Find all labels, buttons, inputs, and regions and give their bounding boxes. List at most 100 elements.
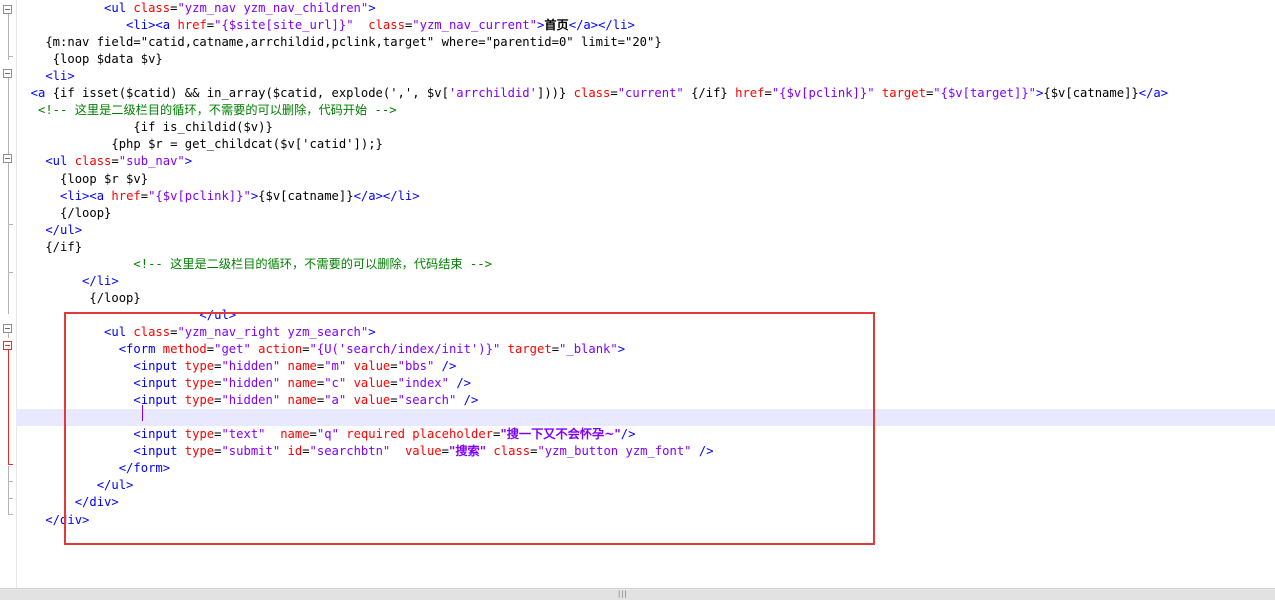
code-line[interactable]: <li> (16, 68, 1275, 85)
fold-toggle-icon[interactable] (3, 69, 12, 78)
code-token: name (280, 427, 310, 442)
fold-end-marker (8, 272, 13, 273)
code-token: value (353, 393, 391, 408)
fold-guide (8, 333, 9, 338)
code-token: "hidden" (221, 359, 281, 374)
fold-guide (8, 274, 9, 314)
code-line[interactable]: </ul> (16, 477, 1275, 494)
code-line[interactable]: <ul class="yzm_nav_right yzm_search"> (16, 324, 1275, 341)
code-line[interactable]: <input type="text" name="q" required pla… (16, 426, 1275, 443)
code-token: </ul> (16, 307, 237, 322)
code-token: "{$v[target]}" (933, 86, 1037, 101)
code-line[interactable]: <ul class="sub_nav"> (16, 153, 1275, 170)
code-token: {/loop} (16, 205, 112, 220)
code-token: target (507, 342, 552, 356)
code-editor[interactable]: <ul class="yzm_nav yzm_nav_children"> <l… (0, 0, 1275, 588)
code-line[interactable]: <form method="get" action="{U('search/in… (16, 341, 1275, 358)
code-line[interactable]: {/if} (16, 239, 1275, 256)
fold-toggle-icon[interactable] (3, 324, 12, 333)
scrollbar-thumb[interactable] (0, 590, 1275, 600)
code-token: {loop $data $v} (16, 52, 163, 67)
code-token: = (764, 86, 772, 101)
code-line[interactable]: </ul> (16, 222, 1275, 239)
fold-toggle-icon[interactable] (3, 341, 12, 350)
code-line[interactable]: </form> (16, 460, 1275, 477)
code-token: /> (441, 359, 457, 374)
code-token: href (177, 18, 207, 33)
code-line[interactable]: {if is_childid($v)} (16, 119, 1275, 136)
code-token: = (309, 427, 317, 442)
code-token: ]))} (536, 86, 574, 101)
code-token: "搜索" (448, 444, 487, 459)
code-token: = (302, 342, 310, 356)
code-line[interactable] (16, 409, 1275, 427)
code-line[interactable]: {/loop} (16, 205, 1275, 222)
code-token: class (74, 154, 112, 169)
code-token: <ul (16, 324, 134, 339)
code-token: </ul> (16, 478, 134, 493)
code-token: class (493, 444, 531, 459)
code-token: = (111, 154, 119, 169)
code-token: "{$site[site_url]}" (214, 18, 354, 33)
code-line[interactable]: </div> (16, 512, 1275, 529)
code-line[interactable]: <input type="submit" id="searchbtn" valu… (16, 443, 1275, 460)
code-token: </a></li> (353, 188, 420, 203)
code-token: {php $r = get_childcat($v['catid']);} (16, 137, 383, 152)
code-token: = (551, 342, 560, 356)
code-token: "m" (324, 359, 347, 374)
code-line[interactable]: {/loop} (16, 290, 1275, 307)
code-line[interactable]: </ul> (16, 307, 1275, 324)
code-token: {$v[catname]} (1043, 86, 1139, 101)
code-token: = (390, 359, 398, 374)
code-token: id (287, 444, 303, 459)
code-line[interactable]: <input type="hidden" name="m" value="bbs… (16, 358, 1275, 375)
code-token: > (184, 154, 193, 169)
code-token: target (881, 86, 926, 101)
code-token: </li> (16, 273, 119, 288)
code-line[interactable]: {loop $data $v} (16, 51, 1275, 68)
code-token: "_blank" (559, 342, 618, 356)
code-token: = (390, 376, 398, 391)
code-token: <ul (16, 1, 134, 15)
code-line[interactable]: </div> (16, 494, 1275, 511)
code-token: /> (463, 393, 479, 408)
code-token: <li> (16, 69, 75, 84)
code-line[interactable]: {loop $r $v} (16, 171, 1275, 188)
code-line[interactable]: <input type="hidden" name="a" value="sea… (16, 392, 1275, 409)
horizontal-scrollbar[interactable]: ||| (0, 588, 1275, 600)
code-token: /> (456, 376, 472, 391)
text-caret (142, 405, 143, 421)
code-token: <form (16, 342, 163, 356)
code-line[interactable]: </li> (16, 273, 1275, 290)
code-token: <input (16, 444, 185, 459)
code-token: {$v[catname]} (258, 188, 354, 203)
fold-guide (8, 14, 9, 60)
code-token: class (368, 18, 405, 33)
code-line[interactable]: {php $r = get_childcat($v['catid']);} (16, 136, 1275, 153)
code-token: > (368, 1, 376, 15)
code-line[interactable]: <input type="hidden" name="c" value="ind… (16, 375, 1275, 392)
code-line[interactable]: <li><a href="{$site[site_url]}" class="y… (16, 17, 1275, 34)
code-line[interactable]: <ul class="yzm_nav yzm_nav_children"> (16, 0, 1275, 17)
code-line[interactable]: <!-- 这里是二级栏目的循环，不需要的可以删除，代码开始 --> (16, 102, 1275, 119)
code-token: type (184, 444, 215, 459)
code-line[interactable]: <!-- 这里是二级栏目的循环，不需要的可以删除，代码结束 --> (16, 256, 1275, 273)
code-line[interactable]: <a {if isset($catid) && in_array($catid,… (16, 85, 1275, 102)
code-token: value (404, 444, 442, 459)
code-token: /> (698, 444, 714, 459)
fold-toggle-icon[interactable] (3, 5, 12, 14)
code-token: "搜一下又不会怀孕~" (500, 427, 621, 442)
code-line[interactable]: {m:nav field="catid,catname,arrchildid,p… (16, 34, 1275, 51)
code-token: type (184, 427, 215, 442)
code-token: "current" (617, 86, 684, 101)
code-token: </a></li> (568, 18, 635, 33)
code-line[interactable]: <li><a href="{$v[pclink]}">{$v[catname]}… (16, 188, 1275, 205)
code-token: = (441, 444, 449, 459)
fold-toggle-icon[interactable] (3, 154, 12, 163)
